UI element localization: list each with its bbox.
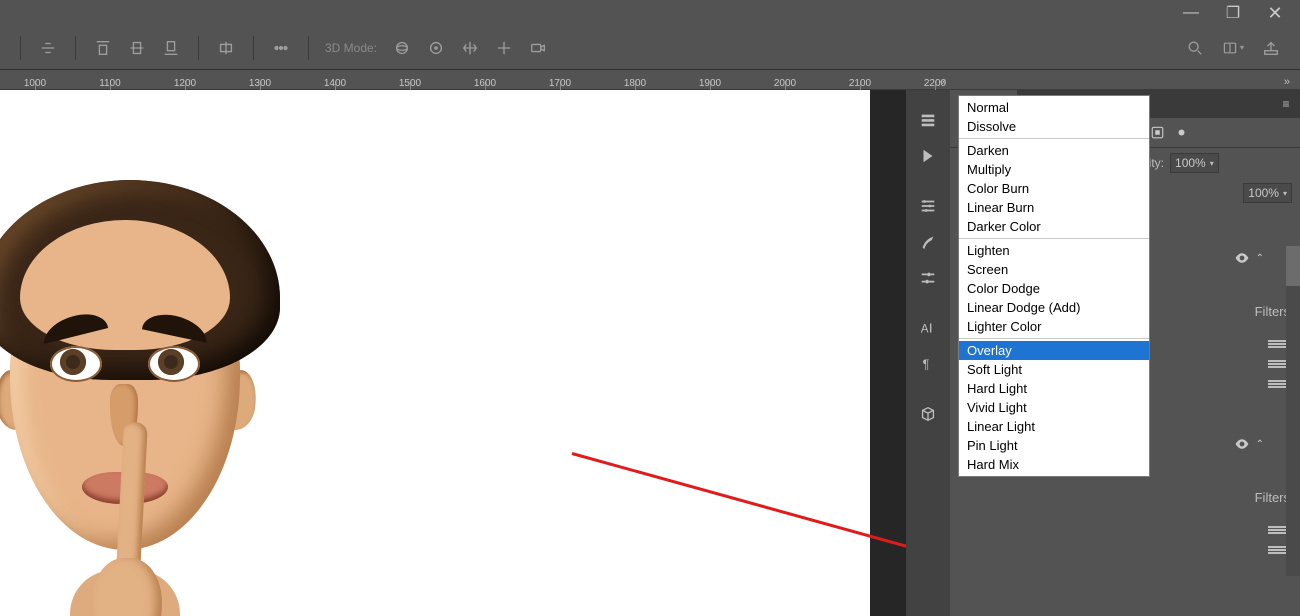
options-divider (308, 36, 309, 60)
blend-mode-option[interactable]: Soft Light (959, 360, 1149, 379)
opacity-input[interactable]: 100% ▾ (1170, 153, 1219, 173)
options-divider (198, 36, 199, 60)
canvas-image (0, 120, 390, 616)
screen-mode-icon[interactable]: ▾ (1222, 37, 1244, 59)
brush-panel-icon[interactable] (913, 228, 943, 256)
blend-mode-option[interactable]: Lighten (959, 241, 1149, 260)
dock-group-label (906, 296, 950, 310)
blend-mode-option[interactable]: Linear Light (959, 417, 1149, 436)
minimize-button[interactable]: — (1170, 0, 1212, 26)
blend-mode-option[interactable]: Vivid Light (959, 398, 1149, 417)
document-canvas[interactable] (0, 90, 870, 616)
blend-mode-option[interactable]: Darken (959, 141, 1149, 160)
visibility-icon[interactable] (1234, 250, 1250, 266)
options-divider (20, 36, 21, 60)
filter-entry-icon[interactable] (1268, 380, 1288, 388)
camera-3d-icon[interactable] (527, 37, 549, 59)
filter-toggle-icon[interactable] (1169, 122, 1193, 144)
filter-entry-icon[interactable] (1268, 526, 1288, 534)
align-center-icon[interactable] (37, 37, 59, 59)
blend-mode-option[interactable]: Hard Mix (959, 455, 1149, 474)
filter-entry-icon[interactable] (1268, 360, 1288, 368)
visibility-icon[interactable] (1234, 436, 1250, 452)
blend-mode-option[interactable]: Overlay (959, 341, 1149, 360)
libraries-panel-icon[interactable] (913, 400, 943, 428)
chevron-icon[interactable]: ⌃ (1256, 439, 1264, 450)
blend-mode-option[interactable]: Normal (959, 98, 1149, 117)
search-icon[interactable] (1184, 37, 1206, 59)
3d-mode-label: 3D Mode: (325, 41, 377, 55)
filter-entry-icon[interactable] (1268, 546, 1288, 554)
roll-3d-icon[interactable] (425, 37, 447, 59)
maximize-button[interactable]: ❐ (1212, 0, 1254, 26)
svg-text:A: A (921, 323, 929, 336)
window-titlebar: — ❐ ✕ (0, 0, 1300, 26)
layers-scrollbar[interactable] (1286, 246, 1300, 576)
svg-text:¶: ¶ (923, 358, 930, 372)
filter-entry-icon[interactable] (1268, 340, 1288, 348)
expand-dock-icon[interactable]: » (1284, 76, 1290, 88)
ruler-tick: 2200 (935, 70, 1010, 90)
adjustments-panel-icon[interactable] (913, 264, 943, 292)
blend-mode-option[interactable]: Color Dodge (959, 279, 1149, 298)
blend-mode-option[interactable]: Linear Dodge (Add) (959, 298, 1149, 317)
panel-menu-icon[interactable]: ≡ (1272, 90, 1300, 118)
horizontal-ruler: 9001000110012001300140015001600170018001… (0, 70, 1300, 90)
smart-filters-label: Filters (1255, 486, 1290, 509)
distribute-top-icon[interactable] (92, 37, 114, 59)
history-panel-icon[interactable] (913, 106, 943, 134)
canvas-viewport[interactable] (0, 90, 880, 616)
more-options-icon[interactable] (270, 37, 292, 59)
options-divider (75, 36, 76, 60)
character-panel-icon[interactable]: A (913, 314, 943, 342)
orbit-3d-icon[interactable] (391, 37, 413, 59)
blend-mode-option[interactable]: Dissolve (959, 117, 1149, 136)
fill-input[interactable]: 100% ▾ (1243, 183, 1292, 203)
options-bar: 3D Mode: ▾ (0, 26, 1300, 70)
chevron-icon[interactable]: ⌃ (1256, 253, 1264, 264)
chevron-down-icon: ▾ (1210, 159, 1214, 168)
blend-mode-dropdown[interactable]: NormalDissolveDarkenMultiplyColor BurnLi… (958, 95, 1150, 477)
opacity-value: 100% (1175, 156, 1206, 170)
dock-group-label (906, 174, 950, 188)
collapsed-panel-dock: « » A ¶ (906, 90, 950, 616)
blend-mode-option[interactable]: Hard Light (959, 379, 1149, 398)
properties-panel-icon[interactable] (913, 192, 943, 220)
slide-3d-icon[interactable] (493, 37, 515, 59)
blend-mode-option[interactable]: Lighter Color (959, 317, 1149, 336)
share-icon[interactable] (1260, 37, 1282, 59)
dock-group-label (906, 382, 950, 396)
blend-mode-option[interactable]: Multiply (959, 160, 1149, 179)
actions-panel-icon[interactable] (913, 142, 943, 170)
collapse-dock-icon[interactable]: « (940, 76, 946, 88)
chevron-down-icon: ▾ (1283, 189, 1287, 198)
blend-mode-option[interactable]: Color Burn (959, 179, 1149, 198)
smart-filters-label: Filters (1255, 300, 1290, 323)
blend-mode-option[interactable]: Darker Color (959, 217, 1149, 236)
scrollbar-thumb[interactable] (1286, 246, 1300, 286)
paragraph-panel-icon[interactable]: ¶ (913, 350, 943, 378)
blend-mode-option[interactable]: Linear Burn (959, 198, 1149, 217)
distribute-hcenter-icon[interactable] (215, 37, 237, 59)
options-divider (253, 36, 254, 60)
pan-3d-icon[interactable] (459, 37, 481, 59)
blend-mode-option[interactable]: Pin Light (959, 436, 1149, 455)
distribute-bottom-icon[interactable] (160, 37, 182, 59)
distribute-vcenter-icon[interactable] (126, 37, 148, 59)
close-button[interactable]: ✕ (1254, 0, 1296, 26)
fill-value: 100% (1248, 186, 1279, 200)
blend-mode-option[interactable]: Screen (959, 260, 1149, 279)
